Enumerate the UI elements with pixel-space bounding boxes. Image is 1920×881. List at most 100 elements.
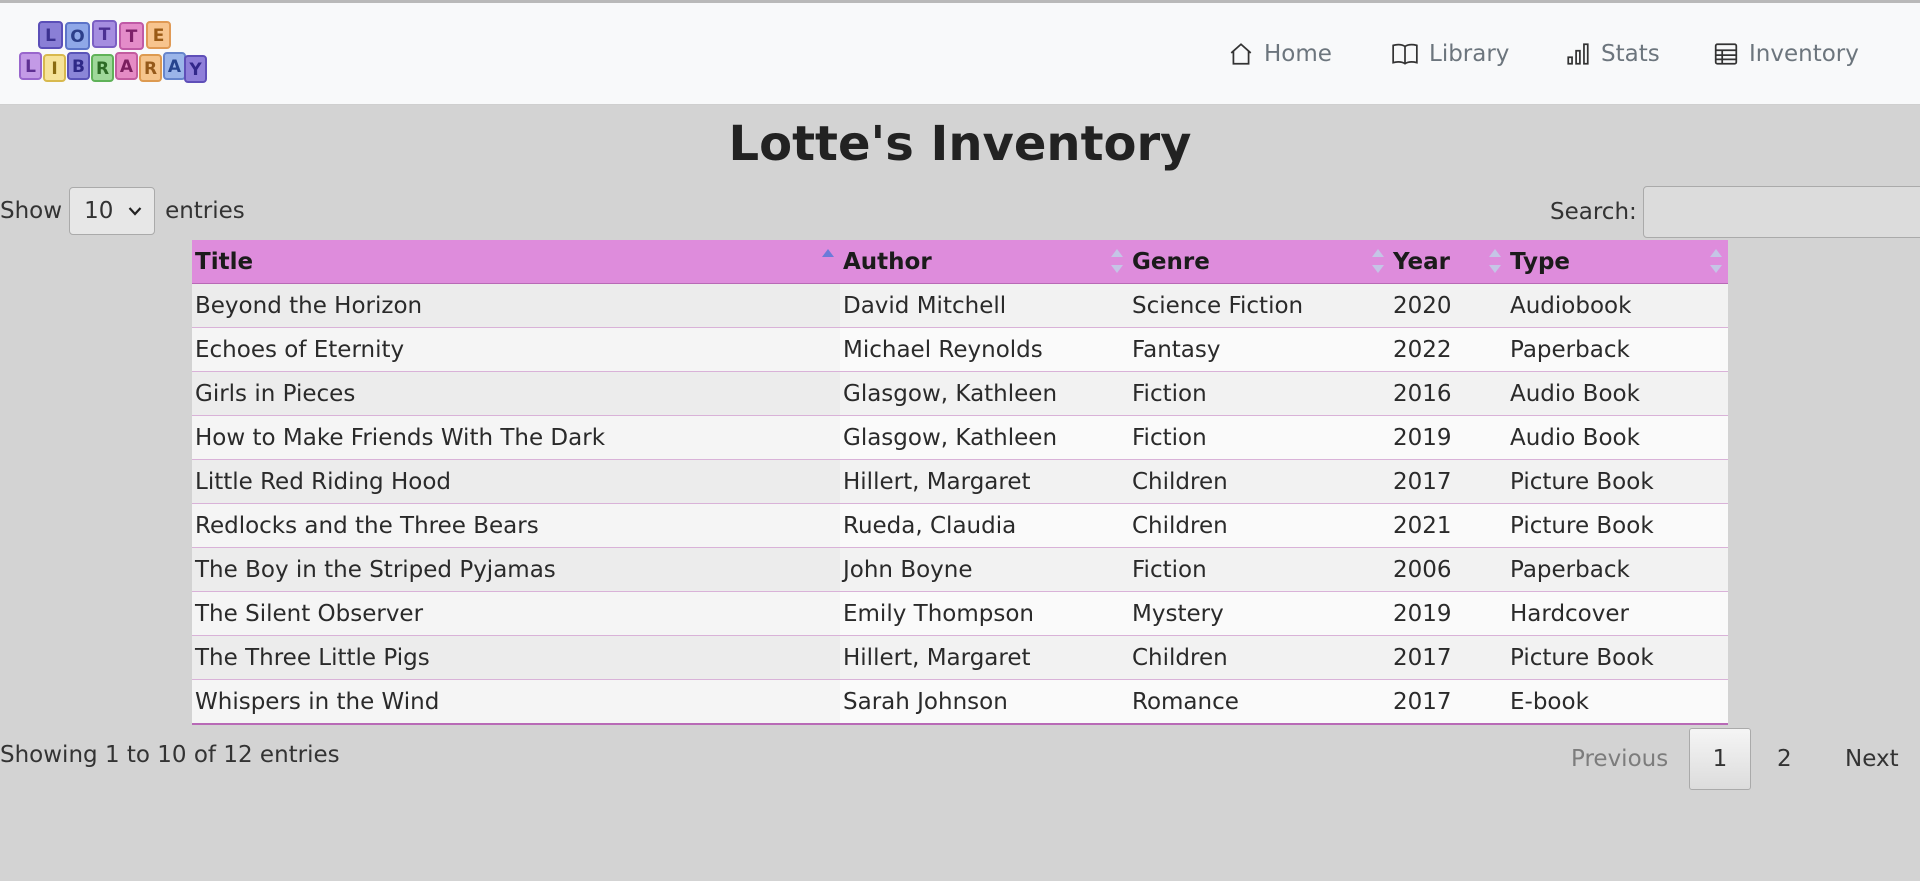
table-row[interactable]: Whispers in the Wind Sarah Johnson Roman…	[192, 679, 1728, 725]
cell-genre: Mystery	[1129, 591, 1390, 636]
sort-icon	[1111, 249, 1123, 273]
cell-genre: Fiction	[1129, 415, 1390, 460]
cell-title: Echoes of Eternity	[192, 327, 840, 372]
cell-title: Beyond the Horizon	[192, 283, 840, 328]
svg-text:R: R	[144, 59, 157, 79]
table-row[interactable]: Redlocks and the Three Bears Rueda, Clau…	[192, 503, 1728, 548]
cell-title: The Boy in the Striped Pyjamas	[192, 547, 840, 592]
column-header-title-label: Title	[195, 248, 254, 275]
cell-author: John Boyne	[840, 547, 1129, 592]
cell-type: Picture Book	[1507, 459, 1728, 504]
column-header-title[interactable]: Title	[192, 240, 840, 284]
page-1-button[interactable]: 1	[1689, 728, 1751, 790]
cell-type: Paperback	[1507, 547, 1728, 592]
cell-genre: Fiction	[1129, 547, 1390, 592]
search-input[interactable]	[1642, 186, 1920, 238]
column-header-author[interactable]: Author	[840, 240, 1129, 284]
cell-year: 2020	[1390, 283, 1507, 328]
cell-author: Sarah Johnson	[840, 679, 1129, 725]
nav-inventory[interactable]: Inventory	[1713, 3, 1859, 104]
cell-title: Girls in Pieces	[192, 371, 840, 416]
search-control: Search:	[1550, 186, 1920, 238]
column-header-year-label: Year	[1393, 248, 1451, 275]
cell-title: Whispers in the Wind	[192, 679, 840, 725]
cell-author: Rueda, Claudia	[840, 503, 1129, 548]
cell-title: The Silent Observer	[192, 591, 840, 636]
house-icon	[1230, 42, 1252, 65]
entries-label: entries	[165, 198, 245, 224]
page-2-button[interactable]: 2	[1777, 728, 1792, 790]
page-title: Lotte's Inventory	[728, 116, 1192, 172]
column-header-genre[interactable]: Genre	[1129, 240, 1390, 284]
cell-author: David Mitchell	[840, 283, 1129, 328]
table-row[interactable]: How to Make Friends With The Dark Glasgo…	[192, 415, 1728, 460]
cell-author: Michael Reynolds	[840, 327, 1129, 372]
cell-year: 2017	[1390, 635, 1507, 680]
table-row[interactable]: The Silent Observer Emily Thompson Myste…	[192, 591, 1728, 636]
sort-icon	[1489, 249, 1501, 273]
sort-icon	[1710, 249, 1722, 273]
cell-type: Picture Book	[1507, 635, 1728, 680]
page-size-value: 10	[84, 198, 114, 224]
lotte-library-logo[interactable]: L O T T E L I B R A R A Y	[19, 20, 209, 86]
cell-author: Emily Thompson	[840, 591, 1129, 636]
column-header-author-label: Author	[843, 248, 932, 275]
table-info: Showing 1 to 10 of 12 entries	[0, 742, 340, 768]
cell-year: 2022	[1390, 327, 1507, 372]
chevron-down-icon	[128, 207, 142, 216]
nav-home[interactable]: Home	[1228, 3, 1332, 104]
cell-author: Glasgow, Kathleen	[840, 371, 1129, 416]
cell-author: Hillert, Margaret	[840, 459, 1129, 504]
column-header-year[interactable]: Year	[1390, 240, 1507, 284]
cell-type: Paperback	[1507, 327, 1728, 372]
cell-type: Audio Book	[1507, 371, 1728, 416]
cell-year: 2019	[1390, 415, 1507, 460]
cell-type: Audiobook	[1507, 283, 1728, 328]
cell-year: 2017	[1390, 679, 1507, 725]
cell-type: Audio Book	[1507, 415, 1728, 460]
svg-text:A: A	[168, 57, 182, 77]
table-row[interactable]: Girls in Pieces Glasgow, Kathleen Fictio…	[192, 371, 1728, 416]
nav-inventory-label: Inventory	[1749, 40, 1859, 67]
page-size-control: Show 10 entries	[0, 186, 245, 236]
table-row[interactable]: The Three Little Pigs Hillert, Margaret …	[192, 635, 1728, 680]
cell-author: Glasgow, Kathleen	[840, 415, 1129, 460]
column-header-type-label: Type	[1510, 248, 1571, 275]
nav-stats[interactable]: Stats	[1565, 3, 1660, 104]
nav-library[interactable]: Library	[1391, 3, 1509, 104]
show-label: Show	[0, 198, 63, 224]
cell-title: Little Red Riding Hood	[192, 459, 840, 504]
cell-title: Redlocks and the Three Bears	[192, 503, 840, 548]
cell-genre: Children	[1129, 635, 1390, 680]
table-header-row: Title Author Genre Year Type	[192, 240, 1728, 284]
navbar: L O T T E L I B R A R A Y Home Library S…	[0, 3, 1920, 105]
table-row[interactable]: Little Red Riding Hood Hillert, Margaret…	[192, 459, 1728, 504]
column-header-type[interactable]: Type	[1507, 240, 1728, 284]
svg-text:L: L	[25, 57, 36, 77]
table-row[interactable]: Beyond the Horizon David Mitchell Scienc…	[192, 283, 1728, 328]
svg-text:O: O	[70, 27, 84, 47]
cell-genre: Children	[1129, 459, 1390, 504]
table-row[interactable]: The Boy in the Striped Pyjamas John Boyn…	[192, 547, 1728, 592]
bar-chart-icon	[1567, 42, 1589, 65]
table-row[interactable]: Echoes of Eternity Michael Reynolds Fant…	[192, 327, 1728, 372]
cell-genre: Children	[1129, 503, 1390, 548]
sort-ascending-icon	[822, 249, 834, 273]
previous-page-button[interactable]: Previous	[1571, 728, 1668, 790]
cell-author: Hillert, Margaret	[840, 635, 1129, 680]
cell-year: 2019	[1390, 591, 1507, 636]
svg-text:E: E	[153, 26, 165, 46]
next-page-button[interactable]: Next	[1845, 728, 1899, 790]
svg-text:Y: Y	[188, 60, 202, 80]
search-label: Search:	[1550, 199, 1637, 225]
cell-genre: Fantasy	[1129, 327, 1390, 372]
cell-title: The Three Little Pigs	[192, 635, 840, 680]
page-size-select[interactable]: 10	[69, 187, 156, 235]
svg-text:R: R	[96, 59, 109, 79]
cell-genre: Science Fiction	[1129, 283, 1390, 328]
svg-text:L: L	[45, 26, 56, 46]
svg-text:T: T	[99, 25, 111, 45]
cell-year: 2017	[1390, 459, 1507, 504]
sort-icon	[1372, 249, 1384, 273]
cell-title: How to Make Friends With The Dark	[192, 415, 840, 460]
